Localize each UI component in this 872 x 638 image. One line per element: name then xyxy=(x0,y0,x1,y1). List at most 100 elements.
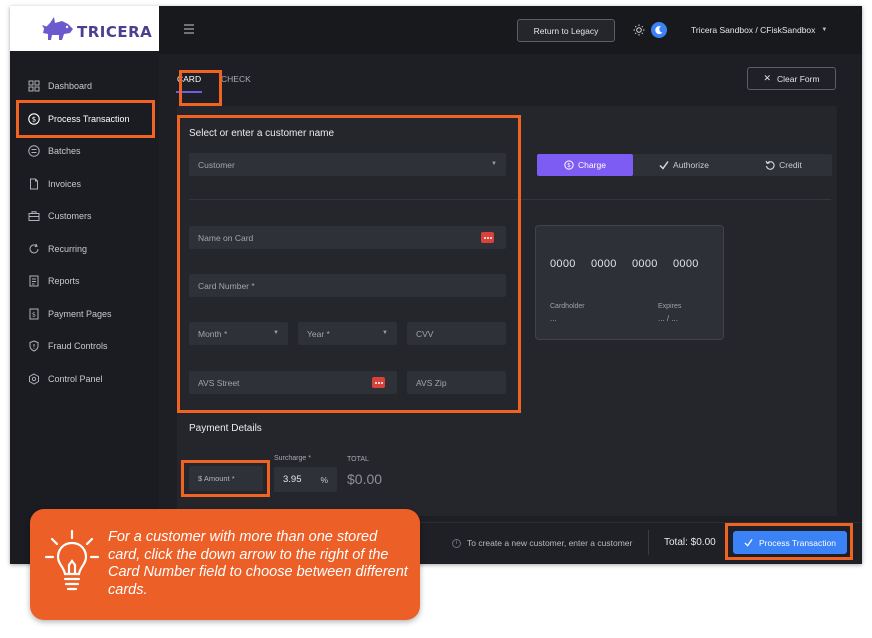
sidebar-item-label: Recurring xyxy=(48,243,88,254)
amount-input[interactable]: $ Amount * xyxy=(189,466,263,491)
clear-form-label: Clear Form xyxy=(777,73,820,84)
sidebar-item-label: Payment Pages xyxy=(48,308,112,319)
sidebar-item-invoices[interactable]: Invoices xyxy=(10,168,159,201)
account-menu[interactable]: Tricera Sandbox / CFiskSandbox ▼ xyxy=(691,25,827,35)
sidebar-nav: Dashboard $ Process Transaction Batches … xyxy=(10,70,159,395)
customer-section-title: Select or enter a customer name xyxy=(189,128,335,139)
menu-toggle-icon[interactable] xyxy=(183,24,195,34)
dollar-circle-icon: $ xyxy=(28,113,40,125)
footer-hint: i To create a new customer, enter a cust… xyxy=(452,538,632,548)
password-manager-icon[interactable] xyxy=(372,377,385,388)
sidebar-item-fraud-controls[interactable]: Fraud Controls xyxy=(10,330,159,363)
customer-select[interactable]: Customer ▼ xyxy=(189,153,506,176)
sidebar-item-label: Fraud Controls xyxy=(48,341,108,352)
briefcase-icon xyxy=(28,211,40,222)
cvv-placeholder: CVV xyxy=(416,328,434,339)
theme-toggle[interactable] xyxy=(631,20,669,39)
process-transaction-label: Process Transaction xyxy=(758,537,836,548)
authorize-label: Authorize xyxy=(673,160,709,170)
sun-icon[interactable] xyxy=(631,22,647,38)
shield-icon xyxy=(29,340,39,352)
avs-zip-input[interactable]: AVS Zip xyxy=(407,371,506,394)
close-icon: ✕ xyxy=(763,73,772,83)
chevron-down-icon[interactable]: ▼ xyxy=(491,161,497,167)
footer-total: Total: $0.00 xyxy=(664,537,716,548)
chevron-down-icon[interactable]: ▼ xyxy=(273,330,279,336)
card-number-placeholder: Card Number * xyxy=(198,280,255,291)
sidebar-item-customers[interactable]: Customers xyxy=(10,200,159,233)
return-to-legacy-button[interactable]: Return to Legacy xyxy=(517,19,615,42)
card-number-group: 0000 xyxy=(591,258,617,270)
sidebar-item-batches[interactable]: Batches xyxy=(10,135,159,168)
footer-hint-text: To create a new customer, enter a custom… xyxy=(467,538,633,548)
credit-mode-button[interactable]: Credit xyxy=(735,154,832,176)
password-manager-icon[interactable] xyxy=(481,232,494,243)
svg-text:$: $ xyxy=(32,115,36,123)
avs-zip-placeholder: AVS Zip xyxy=(416,377,447,388)
chevron-down-icon[interactable]: ▼ xyxy=(382,330,388,336)
tip-callout: For a customer with more than one stored… xyxy=(30,509,420,620)
undo-icon xyxy=(765,160,775,170)
card-number-input[interactable]: Card Number * xyxy=(189,274,506,297)
dollar-circle-icon: $ xyxy=(564,160,574,170)
tab-check[interactable]: CHECK xyxy=(221,74,251,84)
sidebar-item-dashboard[interactable]: Dashboard xyxy=(10,70,159,103)
batches-icon xyxy=(28,145,40,157)
sidebar-item-control-panel[interactable]: Control Panel xyxy=(10,363,159,396)
sidebar-item-label: Dashboard xyxy=(48,81,93,92)
moon-icon[interactable] xyxy=(651,21,667,38)
card-number-group: 0000 xyxy=(550,258,576,270)
check-icon xyxy=(659,161,669,170)
chevron-down-icon: ▼ xyxy=(821,27,828,33)
account-name: Tricera Sandbox / CFiskSandbox xyxy=(691,25,816,35)
amount-placeholder: $ Amount * xyxy=(198,474,235,483)
logo[interactable]: TRICERA xyxy=(10,6,159,51)
sidebar-item-recurring[interactable]: Recurring xyxy=(10,233,159,266)
total-label: TOTAL xyxy=(347,456,369,463)
surcharge-label: Surcharge * xyxy=(274,455,311,462)
sidebar-item-label: Invoices xyxy=(48,178,82,189)
name-on-card-placeholder: Name on Card xyxy=(198,232,254,243)
year-select[interactable]: Year * ▼ xyxy=(298,322,397,345)
invoice-icon xyxy=(30,178,38,190)
avs-street-input[interactable]: AVS Street xyxy=(189,371,397,394)
svg-text:$: $ xyxy=(567,163,571,169)
expires-value: ... / ... xyxy=(658,314,679,323)
report-icon xyxy=(29,275,39,287)
cvv-input[interactable]: CVV xyxy=(407,322,506,345)
month-select[interactable]: Month * ▼ xyxy=(189,322,288,345)
sidebar-item-label: Customers xyxy=(48,211,92,222)
expires-label: Expires xyxy=(658,303,682,310)
sidebar-item-reports[interactable]: Reports xyxy=(10,265,159,298)
sidebar-item-label: Reports xyxy=(48,276,80,287)
surcharge-value: 3.95 xyxy=(283,474,302,485)
check-icon xyxy=(744,538,753,547)
name-on-card-input[interactable]: Name on Card xyxy=(189,226,506,249)
total-value: $0.00 xyxy=(347,471,383,487)
month-placeholder: Month * xyxy=(198,328,228,339)
footer-divider xyxy=(648,530,649,555)
clear-form-button[interactable]: ✕ Clear Form xyxy=(747,67,836,90)
refresh-icon xyxy=(29,243,39,254)
svg-text:$: $ xyxy=(32,310,36,318)
triceratops-icon xyxy=(42,17,73,40)
sidebar: TRICERA Dashboard $ Process Transaction … xyxy=(10,6,159,564)
customer-placeholder: Customer xyxy=(198,159,235,170)
dollar-page-icon: $ xyxy=(29,308,39,320)
sidebar-item-payment-pages[interactable]: $ Payment Pages xyxy=(10,298,159,331)
sidebar-item-label: Process Transaction xyxy=(48,113,130,124)
avs-street-placeholder: AVS Street xyxy=(198,377,240,388)
cardholder-value: ... xyxy=(550,314,557,323)
surcharge-input[interactable]: 3.95 % xyxy=(274,467,337,492)
credit-label: Credit xyxy=(779,160,802,170)
logo-text: TRICERA xyxy=(77,23,153,41)
tip-text: For a customer with more than one stored… xyxy=(108,529,408,598)
charge-mode-button[interactable]: $ Charge xyxy=(537,154,633,176)
card-preview: 0000 0000 0000 0000 Cardholder ... Expir… xyxy=(535,225,724,340)
authorize-mode-button[interactable]: Authorize xyxy=(635,154,733,176)
payment-details-title: Payment Details xyxy=(189,423,262,434)
card-number-group: 0000 xyxy=(673,258,699,270)
process-transaction-button[interactable]: Process Transaction xyxy=(733,531,847,554)
sidebar-item-process-transaction[interactable]: $ Process Transaction xyxy=(10,103,159,136)
tab-card[interactable]: CARD xyxy=(177,74,201,84)
